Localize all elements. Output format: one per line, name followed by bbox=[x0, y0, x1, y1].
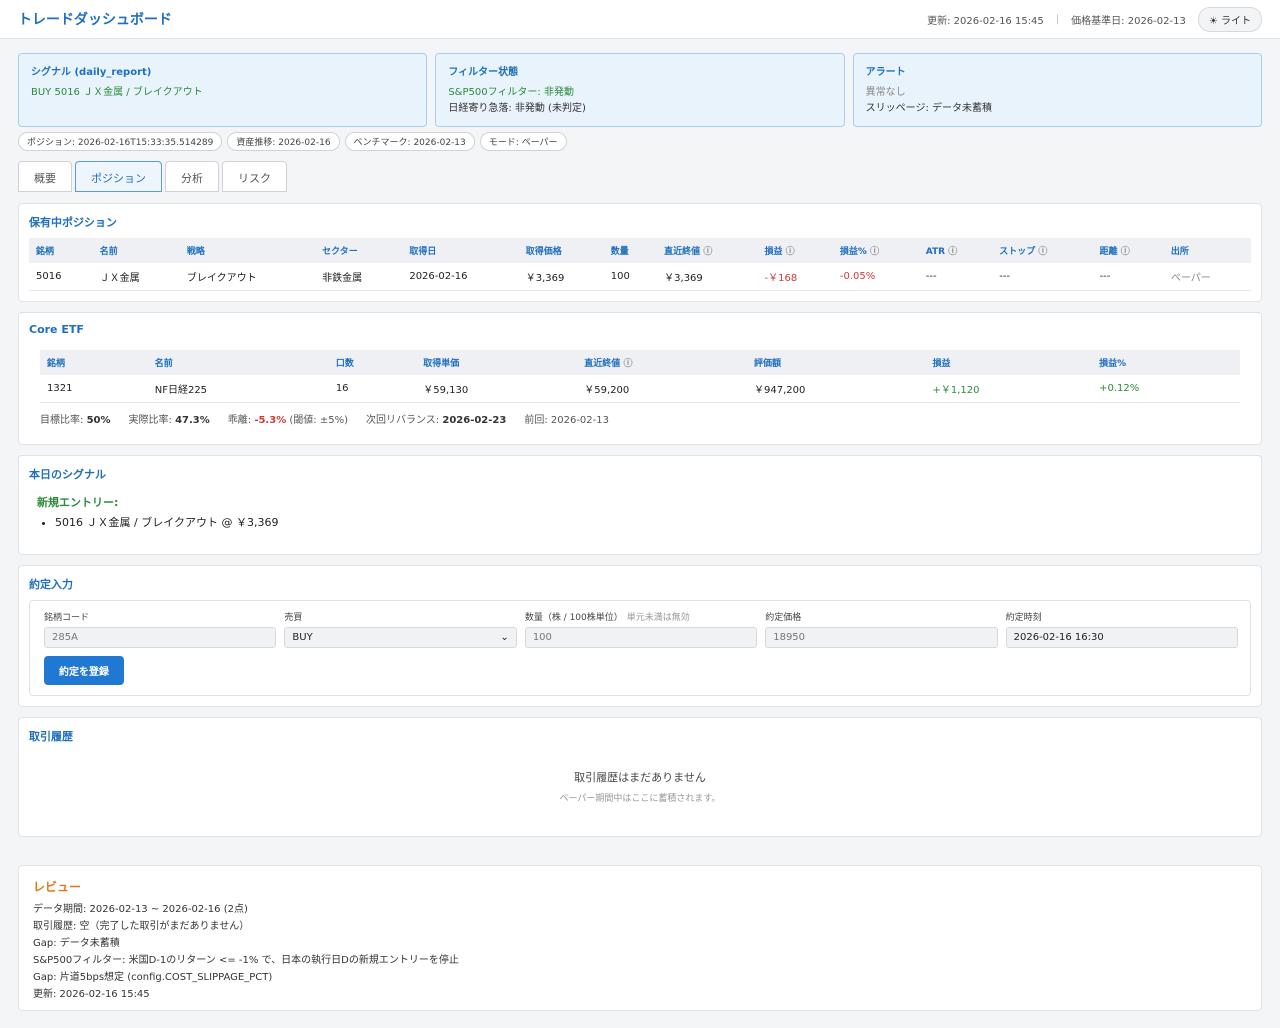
next-rebalance: 2026-02-23 bbox=[442, 415, 507, 426]
col-entry-date: 取得日 bbox=[402, 238, 519, 263]
code-input[interactable]: 285A bbox=[44, 627, 277, 648]
deviation: -5.3% bbox=[254, 415, 287, 426]
chevron-down-icon: ⌄ bbox=[500, 632, 509, 643]
signal-card-line: BUY 5016 ＪＸ金属 / ブレイクアウト bbox=[31, 87, 203, 98]
core-etf-title: Core ETF bbox=[29, 323, 84, 336]
mode-pill: モード: ペーパー bbox=[479, 132, 567, 151]
review-title: レビュー bbox=[33, 880, 82, 894]
order-entry-title: 約定入力 bbox=[29, 578, 73, 591]
col-source: 出所 bbox=[1163, 238, 1251, 263]
col-stop: ストップ ⓘ bbox=[992, 238, 1093, 263]
time-input[interactable]: 2026-02-16 16:30 bbox=[1005, 627, 1239, 648]
theme-toggle-button[interactable]: ☀ ライト bbox=[1197, 6, 1262, 32]
submit-order-button[interactable]: 約定を登録 bbox=[44, 656, 124, 685]
signal-card: シグナル (daily_report) BUY 5016 ＪＸ金属 / ブレイク… bbox=[18, 53, 428, 127]
today-signals-title: 本日のシグナル bbox=[29, 468, 106, 481]
price-date: 価格基準日: 2026-02-13 bbox=[1071, 15, 1186, 27]
col-pnl: 損益 ⓘ bbox=[757, 238, 833, 263]
col-pnl-pct: 損益% ⓘ bbox=[832, 238, 919, 263]
list-item: 5016 ＪＸ金属 / ブレイクアウト @ ￥3,369 bbox=[55, 514, 1251, 532]
alert-status: 異常なし bbox=[865, 87, 906, 98]
info-icon[interactable]: ⓘ bbox=[623, 359, 632, 369]
review-panel: レビュー データ期間: 2026-02-13 ~ 2026-02-16 (2点)… bbox=[18, 865, 1262, 1011]
col-entry-price: 取得価格 bbox=[518, 238, 604, 263]
today-signals-panel: 本日のシグナル 新規エントリー: 5016 ＪＸ金属 / ブレイクアウト @ ￥… bbox=[18, 455, 1262, 555]
table-row: 5016 ＪＸ金属 ブレイクアウト 非鉄金属 2026-02-16 ￥3,369… bbox=[29, 263, 1251, 291]
info-icon[interactable]: ⓘ bbox=[948, 247, 957, 257]
review-line: Gap: データ未蓄積 bbox=[33, 938, 120, 949]
alert-card: アラート 異常なし スリッページ: データ未蓄積 bbox=[852, 53, 1262, 127]
filter-card: フィルター状態 S&P500フィルター: 非発動 日経寄り急落: 非発動 (未判… bbox=[435, 53, 845, 127]
review-line: Gap: 片道5bps想定 (config.COST_SLIPPAGE_PCT) bbox=[33, 972, 273, 983]
empty-subtitle: ペーパー期間中はここに蓄積されます。 bbox=[559, 794, 721, 804]
review-line: S&P500フィルター: 米国D-1のリターン <= -1% で、日本の執行日D… bbox=[33, 955, 459, 966]
updated-time: 更新: 2026-02-16 15:45 bbox=[927, 15, 1044, 27]
price-input[interactable]: 18950 bbox=[765, 627, 998, 648]
col-quantity: 数量 bbox=[603, 238, 658, 263]
etf-table: 銘柄 名前 口数 取得単価 直近終値 ⓘ 評価額 損益 損益% 1321 NF日… bbox=[40, 350, 1240, 403]
info-icon[interactable]: ⓘ bbox=[703, 247, 712, 257]
core-etf-panel: Core ETF 銘柄 名前 口数 取得単価 直近終値 ⓘ 評価額 損益 損益%… bbox=[18, 312, 1262, 445]
alert-card-title: アラート bbox=[865, 67, 906, 78]
side-label: 売買 bbox=[284, 613, 303, 623]
equity-timestamp-pill: 資産推移: 2026-02-16 bbox=[227, 132, 340, 151]
positions-panel: 保有中ポジション 銘柄 名前 戦略 セクター 取得日 取得価格 数量 直近終値 … bbox=[18, 203, 1262, 302]
quantity-input[interactable]: 100 bbox=[524, 627, 758, 648]
order-entry-panel: 約定入力 銘柄コード 285A 売買 BUY ⌄ 数量（株 / 100株単位）単… bbox=[18, 565, 1262, 707]
info-icon[interactable]: ⓘ bbox=[1121, 247, 1130, 257]
positions-title: 保有中ポジション bbox=[29, 216, 117, 229]
trade-history-title: 取引履歴 bbox=[29, 730, 73, 743]
col-distance: 距離 ⓘ bbox=[1092, 238, 1164, 263]
col-sector: セクター bbox=[315, 238, 403, 263]
time-label: 約定時刻 bbox=[1005, 613, 1042, 623]
header-divider: | bbox=[1055, 13, 1060, 25]
tab-risk[interactable]: リスク bbox=[222, 161, 287, 192]
info-icon[interactable]: ⓘ bbox=[1038, 247, 1047, 257]
col-strategy: 戦略 bbox=[179, 238, 316, 263]
review-line: 更新: 2026-02-16 15:45 bbox=[33, 989, 150, 1000]
sp500-filter-status: S&P500フィルター: 非発動 bbox=[448, 87, 574, 98]
review-line: 取引履歴: 空（完了した取引がまだありません） bbox=[33, 921, 250, 932]
side-select[interactable]: BUY ⌄ bbox=[284, 627, 517, 648]
tab-analysis[interactable]: 分析 bbox=[165, 161, 219, 192]
col-name: 名前 bbox=[92, 238, 180, 263]
etf-summary: 目標比率: 50% 実際比率: 47.3% 乖離: -5.3% (閾値: ±5%… bbox=[29, 411, 1251, 426]
nikkei-filter-status: 日経寄り急落: 非発動 (未判定) bbox=[448, 103, 586, 114]
info-icon[interactable]: ⓘ bbox=[870, 247, 879, 257]
col-last-close: 直近終値 ⓘ bbox=[657, 238, 758, 263]
signal-card-title: シグナル (daily_report) bbox=[31, 67, 152, 78]
positions-table: 銘柄 名前 戦略 セクター 取得日 取得価格 数量 直近終値 ⓘ 損益 ⓘ 損益… bbox=[29, 238, 1251, 291]
tab-positions[interactable]: ポジション bbox=[75, 161, 162, 192]
slippage-status: スリッページ: データ未蓄積 bbox=[865, 103, 993, 114]
review-line: データ期間: 2026-02-13 ~ 2026-02-16 (2点) bbox=[33, 904, 248, 915]
table-row: 1321 NF日経225 16 ￥59,130 ￥59,200 ￥947,200… bbox=[40, 375, 1240, 403]
positions-timestamp-pill: ポジション: 2026-02-16T15:33:35.514289 bbox=[18, 132, 223, 151]
empty-title: 取引履歴はまだありません bbox=[574, 771, 706, 784]
target-ratio: 50% bbox=[86, 415, 111, 426]
top-header: トレードダッシュボード 更新: 2026-02-16 15:45 | 価格基準日… bbox=[0, 0, 1280, 39]
empty-state: 取引履歴はまだありません ペーパー期間中はここに蓄積されます。 bbox=[29, 744, 1251, 826]
actual-ratio: 47.3% bbox=[175, 415, 210, 426]
col-ticker: 銘柄 bbox=[29, 238, 93, 263]
previous-rebalance: 前回: 2026-02-13 bbox=[524, 415, 609, 426]
info-icon[interactable]: ⓘ bbox=[786, 247, 795, 257]
price-label: 約定価格 bbox=[765, 613, 802, 623]
filter-card-title: フィルター状態 bbox=[448, 67, 519, 78]
benchmark-timestamp-pill: ベンチマーク: 2026-02-13 bbox=[344, 132, 475, 151]
tab-overview[interactable]: 概要 bbox=[18, 161, 72, 192]
quantity-label: 数量（株 / 100株単位） 単元未満は無効 bbox=[524, 613, 690, 623]
trade-history-panel: 取引履歴 取引履歴はまだありません ペーパー期間中はここに蓄積されます。 bbox=[18, 717, 1262, 837]
col-atr: ATR ⓘ bbox=[918, 238, 993, 263]
order-form: 銘柄コード 285A 売買 BUY ⌄ 数量（株 / 100株単位） 単元未満は無… bbox=[29, 600, 1251, 696]
code-label: 銘柄コード bbox=[44, 613, 90, 623]
new-entry-heading: 新規エントリー: bbox=[37, 496, 119, 509]
app-title: トレードダッシュボード bbox=[18, 12, 172, 28]
